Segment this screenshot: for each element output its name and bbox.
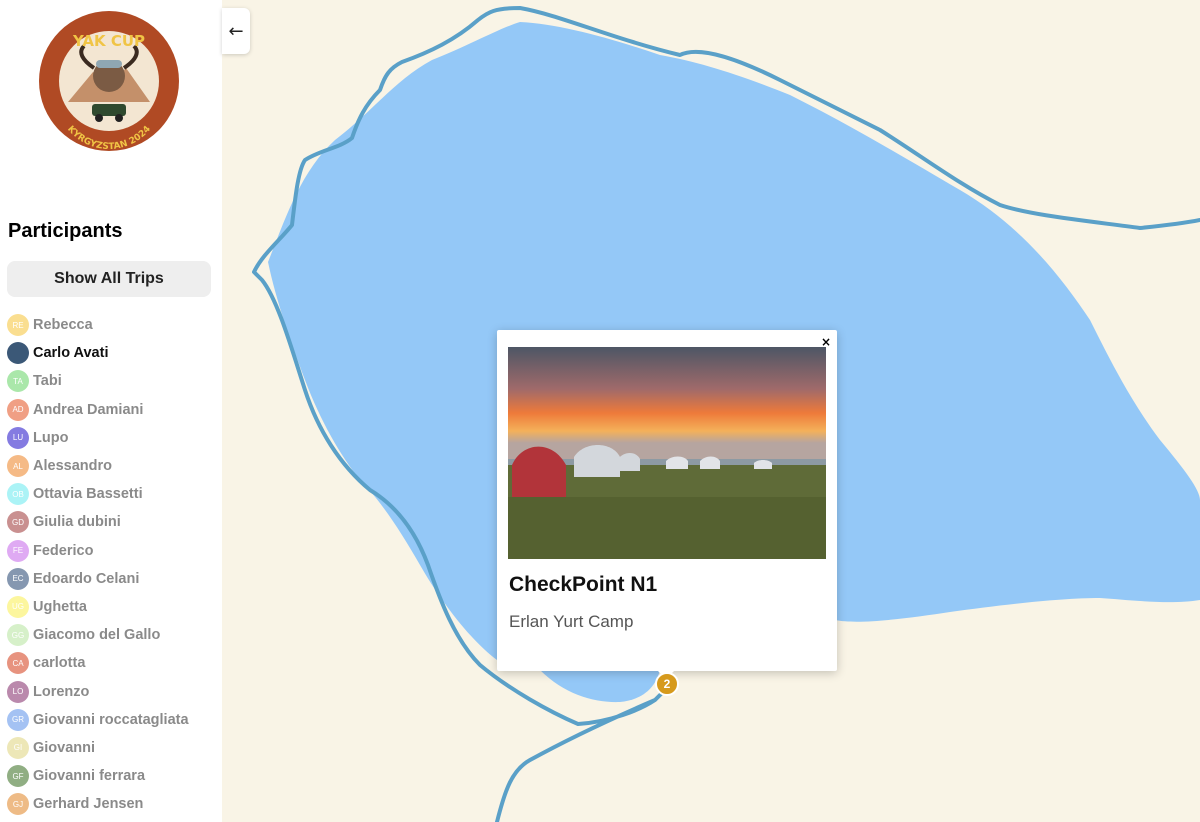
collapse-sidebar-button[interactable]: ← xyxy=(222,8,250,54)
participant-item[interactable]: TA Tabi xyxy=(0,367,222,395)
participant-item[interactable]: GJ Gerhard Jensen xyxy=(0,790,222,818)
avatar: OB xyxy=(7,483,29,506)
participant-item[interactable]: LU Lupo xyxy=(0,424,222,452)
show-all-trips-button[interactable]: Show All Trips xyxy=(7,261,211,297)
participant-name: Giovanni roccatagliata xyxy=(33,711,189,728)
participant-name: Ottavia Bassetti xyxy=(33,486,143,503)
participant-name: Edoardo Celani xyxy=(33,570,140,587)
checkpoint-popup: × CheckPoint N1 Erlan Yurt Camp xyxy=(497,330,837,679)
participant-list: RE Rebecca Carlo Avati TA Tabi AD Andrea Damia… xyxy=(0,311,222,818)
checkpoint-title: CheckPoint N1 xyxy=(509,573,658,596)
participant-item[interactable]: Carlo Avati xyxy=(0,339,222,367)
participant-name: Gerhard Jensen xyxy=(33,796,144,813)
avatar: LU xyxy=(7,426,29,449)
participant-name: Giulia dubini xyxy=(33,514,121,531)
participant-name: Lorenzo xyxy=(33,683,90,700)
goggles-icon xyxy=(96,60,122,68)
car-icon xyxy=(92,104,126,116)
participant-name: Carlo Avati xyxy=(33,345,109,362)
avatar: GG xyxy=(7,624,29,647)
participant-item[interactable]: GI Giovanni xyxy=(0,734,222,762)
avatar xyxy=(7,342,29,365)
checkpoint-marker[interactable]: 2 xyxy=(655,672,679,696)
participant-item[interactable]: UG Ughetta xyxy=(0,593,222,621)
avatar: GI xyxy=(7,736,29,759)
participant-name: Rebecca xyxy=(33,317,93,334)
logo-graphic: YAK CUP KYRGYZSTAN 2024 xyxy=(39,11,179,152)
participant-name: Andrea Damiani xyxy=(33,401,144,418)
participant-item[interactable]: AL Alessandro xyxy=(0,452,222,480)
participant-item[interactable]: GG Giacomo del Gallo xyxy=(0,621,222,649)
participant-name: Tabi xyxy=(33,373,62,390)
avatar: AD xyxy=(7,398,29,421)
participant-name: Giacomo del Gallo xyxy=(33,627,161,644)
yurt-camp-photo xyxy=(508,347,826,559)
participant-item[interactable]: LO Lorenzo xyxy=(0,677,222,705)
participant-name: carlotta xyxy=(33,655,86,672)
participant-item[interactable]: EC Edoardo Celani xyxy=(0,565,222,593)
yak-cup-logo: YAK CUP KYRGYZSTAN 2024 xyxy=(38,10,180,152)
avatar: GR xyxy=(7,708,29,731)
participant-item[interactable]: GD Giulia dubini xyxy=(0,508,222,536)
participant-name: Ughetta xyxy=(33,598,87,615)
avatar: EC xyxy=(7,567,29,590)
avatar: RE xyxy=(7,314,29,337)
checkpoint-location: Erlan Yurt Camp xyxy=(509,612,634,631)
participant-name: Federico xyxy=(33,542,94,559)
avatar: FE xyxy=(7,539,29,562)
avatar: LO xyxy=(7,680,29,703)
participant-item[interactable]: CA carlotta xyxy=(0,649,222,677)
avatar: UG xyxy=(7,595,29,618)
participant-name: Giovanni xyxy=(33,739,96,756)
avatar: TA xyxy=(7,370,29,393)
participant-item[interactable]: GF Giovanni ferrara xyxy=(0,762,222,790)
arrow-left-icon: ← xyxy=(228,20,244,42)
participant-item[interactable]: RE Rebecca xyxy=(0,311,222,339)
participant-item[interactable]: AD Andrea Damiani xyxy=(0,396,222,424)
logo-top-text: YAK CUP xyxy=(72,32,145,50)
checkpoint-photo xyxy=(508,347,826,559)
participant-item[interactable]: FE Federico xyxy=(0,537,222,565)
avatar: GF xyxy=(7,765,29,788)
participant-name: Lupo xyxy=(33,429,69,446)
sidebar: YAK CUP KYRGYZSTAN 2024 Participants Sho… xyxy=(0,0,222,822)
participant-name: Alessandro xyxy=(33,458,112,475)
participant-item[interactable]: GR Giovanni roccatagliata xyxy=(0,706,222,734)
participant-name: Giovanni ferrara xyxy=(33,768,146,785)
avatar: CA xyxy=(7,652,29,675)
participants-heading: Participants xyxy=(8,220,123,242)
avatar: GD xyxy=(7,511,29,534)
avatar: AL xyxy=(7,455,29,478)
avatar: GJ xyxy=(7,793,29,816)
participant-item[interactable]: OB Ottavia Bassetti xyxy=(0,480,222,508)
